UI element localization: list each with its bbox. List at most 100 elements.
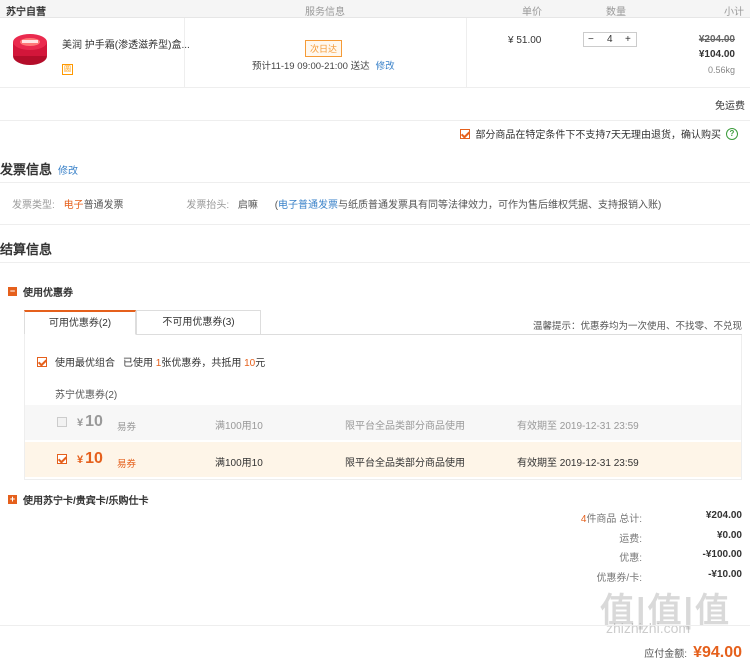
coupon-row[interactable]: ¥10 易券 满100用10 限平台全品类部分商品使用 有效期至 2019-12… <box>25 442 741 477</box>
card-section-header[interactable]: + 使用苏宁卡/贵宾卡/乐购仕卡 <box>8 492 149 507</box>
product-row: 美润 护手霜(渗透滋养型)盒... 圆 次日达 预计11-19 09:00-21… <box>0 18 750 88</box>
agree-text: 部分商品在特定条件下不支持7天无理由退货，确认购买 <box>475 130 721 141</box>
coupon-tip: 温馨提示：优惠券均为一次使用、不找零、不兑现 <box>532 321 742 332</box>
divider <box>0 224 750 225</box>
divider <box>184 18 185 88</box>
summary-row-total: 4件商品 总计: ¥204.00 <box>542 508 742 528</box>
best-combo-summary: 已使用 1张优惠券，共抵用 10元 <box>123 354 265 369</box>
coupon-scope: 限平台全品类部分商品使用 <box>345 421 465 432</box>
invoice-type-rest: 普通发票 <box>83 200 124 211</box>
best-used-mid: 张优惠券，共抵用 <box>161 358 242 369</box>
next-day-badge: 次日达 <box>305 40 343 57</box>
agree-checkbox[interactable] <box>460 128 471 139</box>
summary-shipping-label: 运费: <box>619 533 642 545</box>
coupon-list: 使用最优组合 已使用 1张优惠券，共抵用 10元 苏宁优惠券(2) ¥10 易券… <box>24 335 742 480</box>
best-used-pre: 已使用 <box>123 358 153 369</box>
tab-available-coupons[interactable]: 可用优惠券(2) <box>24 310 136 335</box>
qty-value[interactable]: 4 <box>607 33 613 46</box>
card-section-label: 使用苏宁卡/贵宾卡/乐购仕卡 <box>23 496 149 507</box>
coupon-section-label: 使用优惠券 <box>23 288 73 299</box>
divider <box>0 262 750 263</box>
coupon-scope: 限平台全品类部分商品使用 <box>345 458 465 469</box>
coupon-group-label: 苏宁优惠券(2) <box>55 390 118 401</box>
col-price: 单价 <box>522 7 542 18</box>
table-header: 苏宁自营 服务信息 单价 数量 小计 <box>0 0 750 18</box>
invoice-note-link[interactable]: 电子普通发票 <box>278 200 338 211</box>
divider <box>0 120 750 121</box>
invoice-type-label: 发票类型: <box>12 200 55 211</box>
settle-title: 结算信息 <box>0 242 53 257</box>
delivery-edit-link[interactable]: 修改 <box>376 61 395 72</box>
coupon-unit: 易券 <box>117 459 137 470</box>
store-name: 苏宁自营 <box>6 7 46 18</box>
best-combo-checkbox[interactable] <box>37 356 47 367</box>
invoice-head-label: 发票抬头: <box>186 200 230 211</box>
coupon-value: 10 <box>85 450 103 467</box>
payable-label: 应付金额: <box>644 649 688 660</box>
delivery-time: 预计11-19 09:00-21:00 送达 修改 <box>252 58 395 72</box>
coupon-row[interactable]: ¥10 易券 满100用10 限平台全品类部分商品使用 有效期至 2019-12… <box>25 405 741 440</box>
payable-total: 应付金额: ¥94.00 <box>644 644 742 662</box>
collapse-icon[interactable]: − <box>8 287 17 296</box>
summary-total: ¥204.00 <box>705 510 742 521</box>
invoice-title: 发票信息 <box>0 162 53 177</box>
coupon-checkbox[interactable] <box>57 417 67 427</box>
coupon-currency: ¥ <box>77 417 84 429</box>
col-subtotal: 小计 <box>724 7 744 18</box>
invoice-section-title: 发票信息 修改 <box>0 159 78 178</box>
qty-decrease-button[interactable]: − <box>588 33 594 46</box>
coupon-tabs: 可用优惠券(2) 不可用优惠券(3) 温馨提示：优惠券均为一次使用、不找零、不兑… <box>24 310 742 335</box>
summary-discount: -¥100.00 <box>702 549 742 560</box>
coupon-unit: 易券 <box>117 422 137 433</box>
best-combo: 使用最优组合 已使用 1张优惠券，共抵用 10元 <box>37 354 265 369</box>
summary-row-discount: 优惠: -¥100.00 <box>542 547 742 567</box>
delivery-time-text: 预计11-19 09:00-21:00 送达 <box>252 61 370 72</box>
order-summary: 4件商品 总计: ¥204.00 运费: ¥0.00 优惠: -¥100.00 … <box>542 508 742 586</box>
tab-unavailable-coupons[interactable]: 不可用优惠券(3) <box>136 310 261 335</box>
best-used-amt: 10 <box>244 358 256 369</box>
subtotal: ¥104.00 <box>698 49 735 60</box>
coupon-value: 10 <box>85 413 103 430</box>
help-icon[interactable]: ? <box>726 127 738 140</box>
qty-increase-button[interactable]: + <box>625 33 631 46</box>
divider <box>0 625 750 626</box>
coupon-amount: ¥10 <box>77 450 103 468</box>
summary-count: 4件商品 总计: <box>581 510 642 525</box>
unit-price: ¥ 51.00 <box>508 35 542 46</box>
coupon-amount: ¥10 <box>77 413 103 431</box>
invoice-type-electronic: 电子 <box>63 200 84 211</box>
invoice-head-value: 启嘛 <box>237 200 258 211</box>
summary-coupon-label: 优惠券/卡: <box>596 572 642 584</box>
coupon-section-header[interactable]: − 使用优惠券 <box>8 284 73 299</box>
coupon-currency: ¥ <box>77 454 84 466</box>
summary-shipping: ¥0.00 <box>716 529 742 541</box>
quantity-stepper[interactable]: − 4 + <box>583 32 637 47</box>
coupon-condition: 满100用10 <box>215 421 263 432</box>
product-thumbnail[interactable] <box>10 30 50 70</box>
divider <box>466 18 467 88</box>
invoice-edit-link[interactable]: 修改 <box>58 166 78 177</box>
weight: 0.56kg <box>707 65 735 75</box>
summary-discount-label: 优惠: <box>619 553 642 564</box>
coupon-checkbox[interactable] <box>57 454 67 464</box>
col-qty: 数量 <box>606 7 626 18</box>
product-tag-icon: 圆 <box>62 64 73 75</box>
best-used-post: 元 <box>255 358 266 369</box>
summary-count-label: 件商品 总计: <box>586 514 642 525</box>
divider <box>0 182 750 183</box>
expand-icon[interactable]: + <box>8 495 17 504</box>
product-name[interactable]: 美润 护手霜(渗透滋养型)盒... <box>62 36 190 51</box>
summary-coupon: -¥10.00 <box>708 568 742 580</box>
watermark-url: zhizhizhi.com <box>606 620 691 636</box>
free-shipping-label: 免运费 <box>715 101 745 112</box>
summary-row-shipping: 运费: ¥0.00 <box>542 528 742 548</box>
coupon-expiry: 有效期至 2019-12-31 23:59 <box>517 458 639 469</box>
invoice-note-text: 与纸质普通发票具有同等法律效力，可作为售后维权凭据、支持报销入账) <box>338 200 662 211</box>
col-service: 服务信息 <box>305 7 345 18</box>
coupon-condition: 满100用10 <box>215 458 263 469</box>
invoice-details: 发票类型: 电子普通发票 发票抬头: 启嘛 (电子普通发票与纸质普通发票具有同等… <box>12 196 661 211</box>
payable-amount: ¥94.00 <box>693 644 742 661</box>
best-combo-label: 使用最优组合 <box>55 358 115 369</box>
coupon-expiry: 有效期至 2019-12-31 23:59 <box>517 421 639 432</box>
return-policy-agreement: 部分商品在特定条件下不支持7天无理由退货，确认购买 ? <box>460 126 738 141</box>
